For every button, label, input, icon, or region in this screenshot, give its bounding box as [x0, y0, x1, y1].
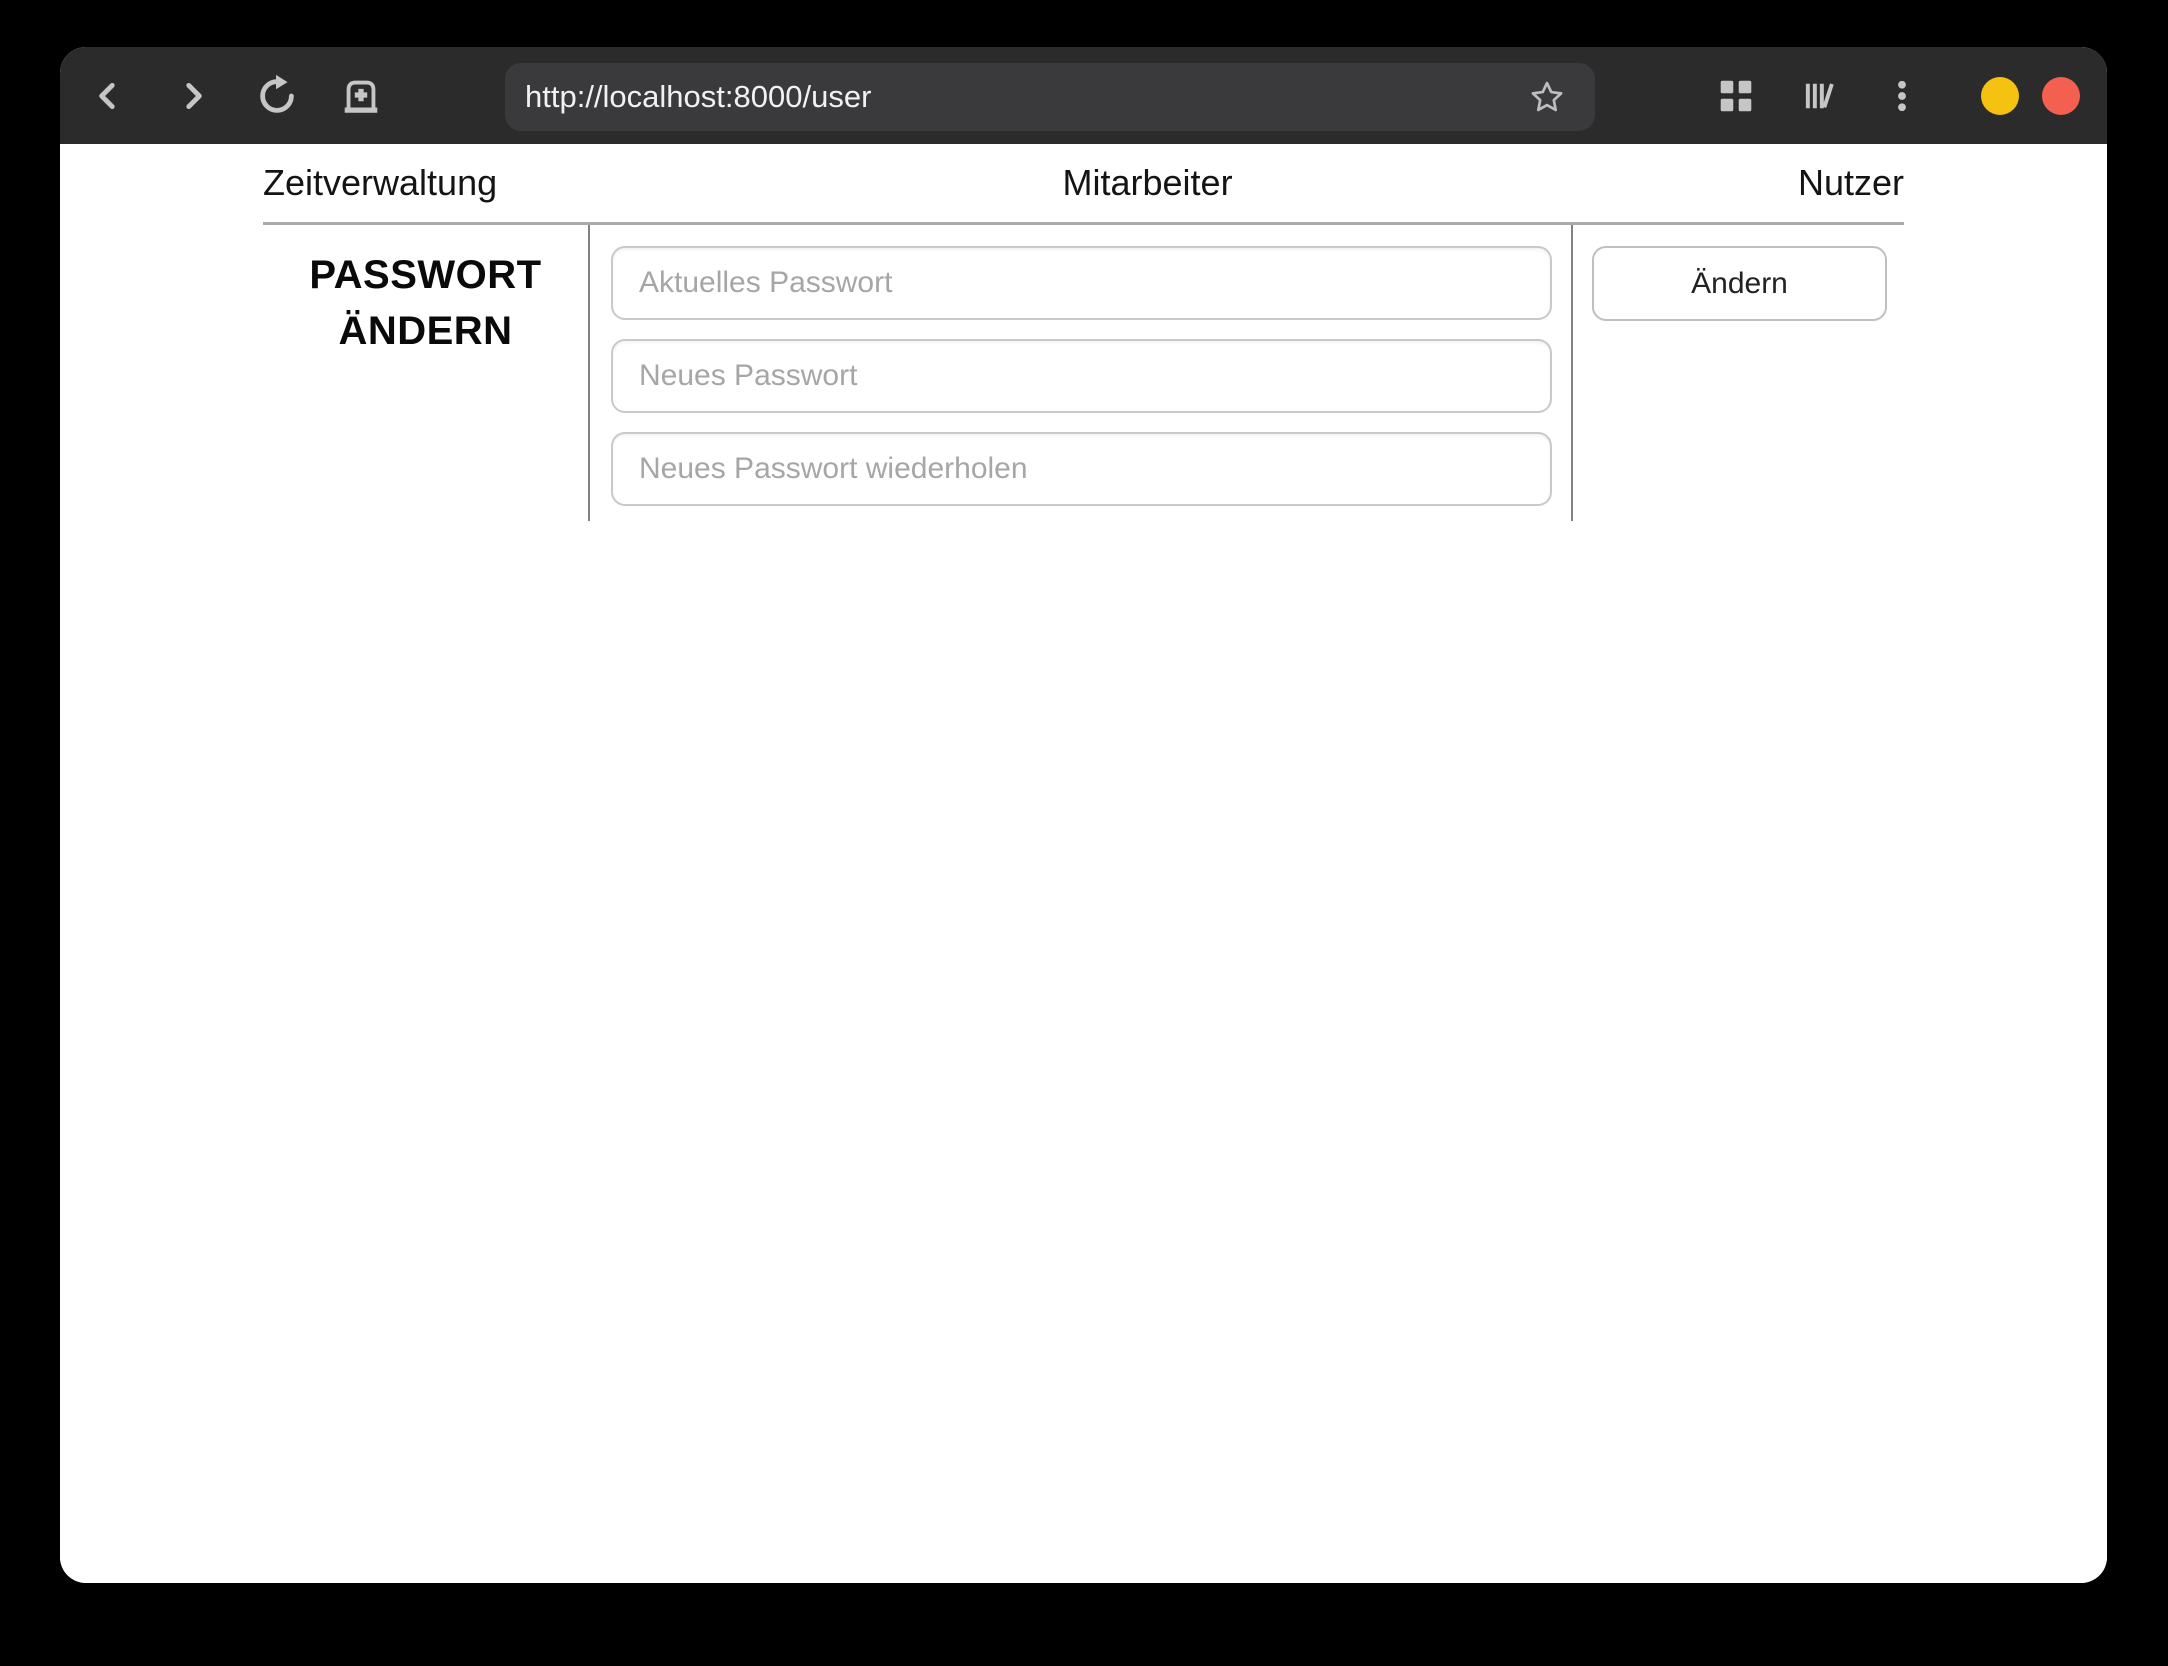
- back-button[interactable]: [80, 68, 136, 124]
- menu-button[interactable]: [1874, 68, 1930, 124]
- form-heading-line2: ÄNDERN: [338, 309, 513, 353]
- nav-item-mitarbeiter[interactable]: Mitarbeiter: [1063, 162, 1233, 204]
- main-nav: Zeitverwaltung Mitarbeiter Nutzer: [263, 144, 1904, 222]
- url-bar[interactable]: http://localhost:8000/user: [505, 63, 1595, 131]
- password-change-form: PASSWORT ÄNDERN Ändern: [263, 225, 1904, 521]
- chevron-left-icon: [99, 82, 115, 109]
- chevron-right-icon: [186, 82, 202, 109]
- new-tab-icon: [344, 80, 378, 113]
- star-icon: [1531, 81, 1563, 112]
- form-heading-line1: PASSWORT: [309, 253, 542, 297]
- bookmark-star-button[interactable]: [1525, 75, 1569, 119]
- new-tab-button[interactable]: [333, 68, 389, 124]
- grid-icon: [1720, 80, 1752, 111]
- reload-button[interactable]: [249, 68, 305, 124]
- change-password-button[interactable]: Ändern: [1592, 246, 1887, 321]
- browser-toolbar: http://localhost:8000/user: [60, 47, 2107, 144]
- url-text: http://localhost:8000/user: [525, 79, 872, 114]
- minimize-button[interactable]: [1981, 76, 2019, 115]
- reload-icon: [260, 74, 294, 113]
- close-button[interactable]: [2042, 76, 2080, 115]
- app-grid-button[interactable]: [1708, 68, 1764, 124]
- browser-window: http://localhost:8000/user Zeitverwaltun…: [60, 47, 2107, 1583]
- forward-button[interactable]: [165, 68, 221, 124]
- form-fields-column: [588, 225, 1573, 521]
- form-heading: PASSWORT ÄNDERN: [263, 225, 588, 521]
- nav-item-zeitverwaltung[interactable]: Zeitverwaltung: [263, 162, 497, 204]
- kebab-menu-icon: [1898, 80, 1906, 111]
- library-button[interactable]: [1791, 68, 1847, 124]
- new-password-input[interactable]: [611, 339, 1552, 413]
- repeat-new-password-input[interactable]: [611, 432, 1552, 506]
- page-content: Zeitverwaltung Mitarbeiter Nutzer PASSWO…: [60, 144, 2107, 1583]
- nav-item-nutzer[interactable]: Nutzer: [1798, 162, 1904, 204]
- current-password-input[interactable]: [611, 246, 1552, 320]
- form-action-column: Ändern: [1573, 225, 1904, 521]
- library-icon: [1805, 82, 1834, 108]
